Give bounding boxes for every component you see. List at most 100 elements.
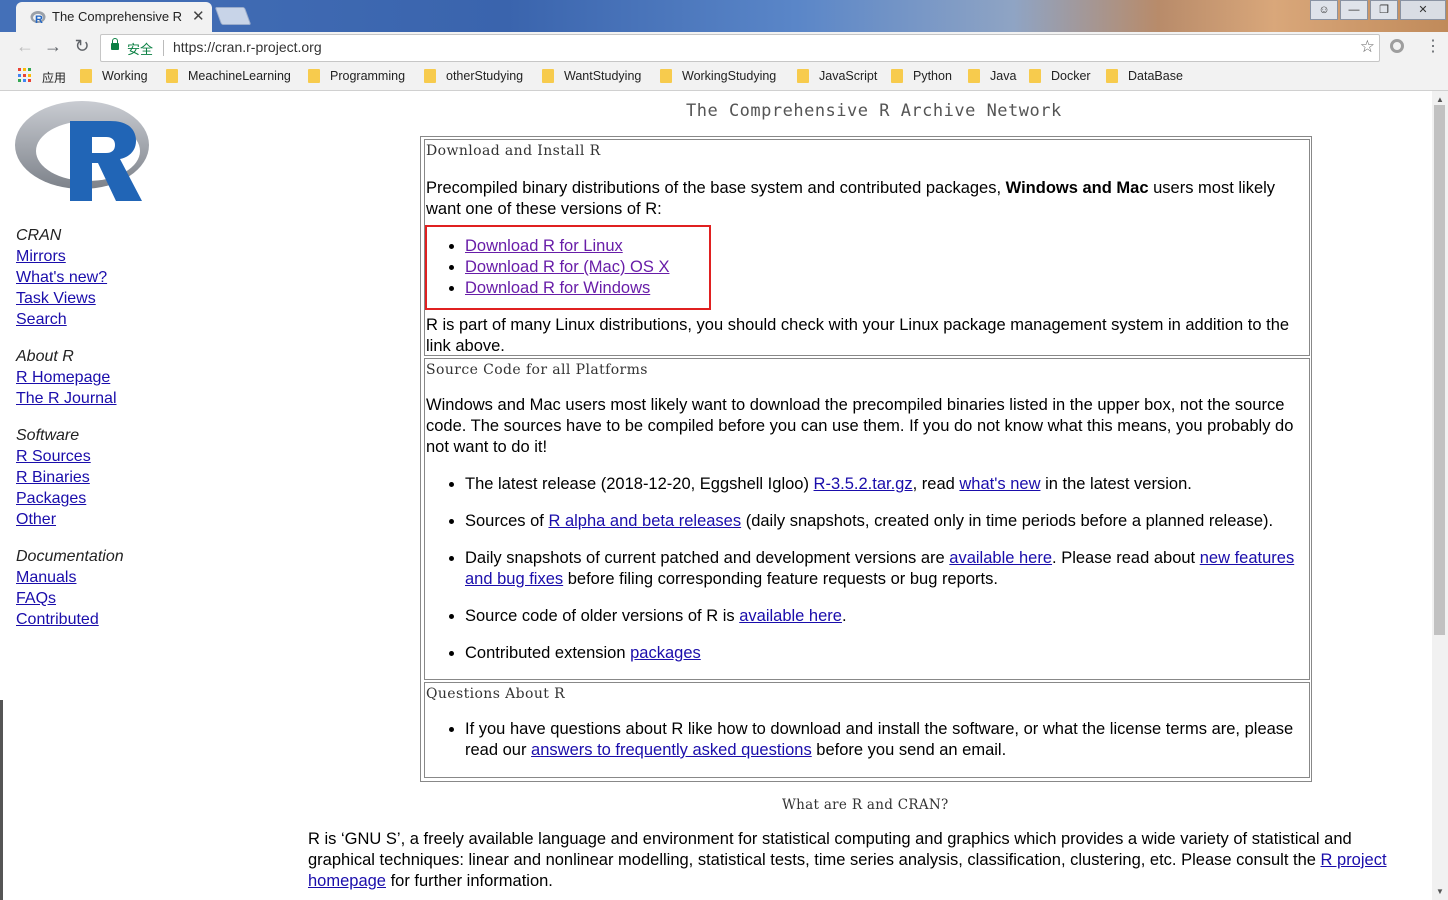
scroll-down-icon[interactable]: ▼ <box>1436 887 1444 896</box>
source-heading: Source Code for all Platforms <box>426 362 648 378</box>
bookmark-star-icon[interactable]: ☆ <box>1360 37 1375 57</box>
download-heading: Download and Install R <box>426 143 601 159</box>
sidebar-link-faqs[interactable]: FAQs <box>16 588 124 609</box>
vertical-scrollbar[interactable]: ▲ ▼ <box>1432 91 1448 900</box>
sidebar-link-whats-new[interactable]: What's new? <box>16 267 124 288</box>
web-page: CRAN Mirrors What's new? Task Views Sear… <box>0 91 1432 900</box>
r-tarball-link[interactable]: R-3.5.2.tar.gz <box>814 475 913 493</box>
browser-toolbar: ← → ↻ 安全 https://cran.r-project.org ☆ ⋮ <box>0 32 1448 62</box>
lock-icon <box>111 38 119 50</box>
list-item: Daily snapshots of current patched and d… <box>465 548 1305 590</box>
what-paragraph: R is ‘GNU S’, a freely available languag… <box>308 830 1387 890</box>
tab-close-icon[interactable]: ✕ <box>192 7 205 25</box>
folder-icon <box>308 69 320 83</box>
extension-icon[interactable] <box>1390 39 1404 53</box>
window-title-bar: R The Comprehensive R ✕ ☺ — ❐ ✕ <box>0 0 1448 32</box>
scroll-up-icon[interactable]: ▲ <box>1436 95 1444 104</box>
secure-label: 安全 <box>127 42 154 57</box>
svg-text:R: R <box>35 14 43 24</box>
address-bar[interactable]: 安全 https://cran.r-project.org ☆ <box>100 34 1380 62</box>
download-intro: Precompiled binary distributions of the … <box>426 179 1276 218</box>
folder-icon <box>424 69 436 83</box>
bookmark-javascript[interactable]: JavaScript <box>819 69 877 83</box>
sidebar-link-mirrors[interactable]: Mirrors <box>16 246 124 267</box>
folder-icon <box>797 69 809 83</box>
red-highlight-box <box>425 225 711 310</box>
bookmark-wantstudying[interactable]: WantStudying <box>564 69 641 83</box>
packages-link[interactable]: packages <box>630 644 701 662</box>
page-title: The Comprehensive R Archive Network <box>686 101 1062 121</box>
folder-icon <box>968 69 980 83</box>
bookmark-java[interactable]: Java <box>990 69 1016 83</box>
sidebar-link-manuals[interactable]: Manuals <box>16 567 124 588</box>
back-arrow-icon[interactable]: ← <box>14 36 36 57</box>
reload-icon[interactable]: ↻ <box>71 36 93 57</box>
sidebar-link-other[interactable]: Other <box>16 509 124 530</box>
list-item: Sources of R alpha and beta releases (da… <box>465 511 1305 532</box>
bookmarks-bar: 应用 Working MeachineLearning Programming … <box>0 62 1448 91</box>
sidebar-header-documentation: Documentation <box>16 548 124 565</box>
new-tab-button[interactable] <box>214 7 252 25</box>
sidebar-link-packages[interactable]: Packages <box>16 488 124 509</box>
questions-heading: Questions About R <box>426 686 566 702</box>
minimize-button[interactable]: — <box>1340 0 1368 20</box>
download-box: Download and Install R Precompiled binar… <box>424 139 1310 356</box>
sidebar-link-task-views[interactable]: Task Views <box>16 288 124 309</box>
bookmark-otherstudying[interactable]: otherStudying <box>446 69 523 83</box>
scroll-thumb[interactable] <box>1434 105 1445 635</box>
sidebar-link-r-sources[interactable]: R Sources <box>16 446 124 467</box>
sidebar-link-r-homepage[interactable]: R Homepage <box>16 367 124 388</box>
snapshots-link[interactable]: available here <box>949 549 1052 567</box>
source-intro: Windows and Mac users most likely want t… <box>426 396 1294 456</box>
alpha-beta-link[interactable]: R alpha and beta releases <box>548 512 741 530</box>
bookmark-database[interactable]: DataBase <box>1128 69 1183 83</box>
sidebar-nav: CRAN Mirrors What's new? Task Views Sear… <box>16 225 124 630</box>
menu-dots-icon[interactable]: ⋮ <box>1425 36 1441 56</box>
apps-grid-icon[interactable] <box>18 68 33 83</box>
bookmark-programming[interactable]: Programming <box>330 69 405 83</box>
sidebar-header-about: About R <box>16 348 74 365</box>
sidebar-link-r-binaries[interactable]: R Binaries <box>16 467 124 488</box>
download-note: R is part of many Linux distributions, y… <box>426 316 1290 355</box>
window-controls: ☺ — ❐ ✕ <box>1308 0 1446 20</box>
folder-icon <box>891 69 903 83</box>
folder-icon <box>1029 69 1041 83</box>
apps-label[interactable]: 应用 <box>42 69 66 86</box>
folder-icon <box>660 69 672 83</box>
folder-icon <box>166 69 178 83</box>
bookmark-docker[interactable]: Docker <box>1051 69 1091 83</box>
url-text[interactable]: https://cran.r-project.org <box>173 39 322 55</box>
bookmark-working[interactable]: Working <box>102 69 148 83</box>
r-logo[interactable] <box>14 99 150 203</box>
source-box: Source Code for all Platforms Windows an… <box>424 358 1310 680</box>
close-window-button[interactable]: ✕ <box>1400 0 1446 20</box>
folder-icon <box>542 69 554 83</box>
source-list: The latest release (2018-12-20, Eggshell… <box>425 474 1305 664</box>
maximize-button[interactable]: ❐ <box>1370 0 1398 20</box>
list-item: Source code of older versions of R is av… <box>465 606 1305 627</box>
sidebar-link-contributed[interactable]: Contributed <box>16 609 124 630</box>
sidebar-link-r-journal[interactable]: The R Journal <box>16 388 124 409</box>
questions-list: If you have questions about R like how t… <box>425 719 1305 761</box>
sidebar-link-search[interactable]: Search <box>16 309 124 330</box>
questions-box: Questions About R If you have questions … <box>424 682 1310 778</box>
list-item: If you have questions about R like how t… <box>465 719 1305 761</box>
url-separator <box>163 40 164 56</box>
whats-new-link[interactable]: what's new <box>959 475 1040 493</box>
sidebar-header-cran: CRAN <box>16 227 62 244</box>
r-logo-favicon-icon: R <box>30 11 46 24</box>
forward-arrow-icon[interactable]: → <box>42 36 64 57</box>
faq-link[interactable]: answers to frequently asked questions <box>531 741 812 759</box>
what-heading: What are R and CRAN? <box>782 797 949 813</box>
window-edge <box>0 700 3 900</box>
tab-title: The Comprehensive R <box>52 9 183 24</box>
browser-tab[interactable]: R The Comprehensive R ✕ <box>16 2 212 32</box>
folder-icon <box>80 69 92 83</box>
user-icon[interactable]: ☺ <box>1310 0 1338 20</box>
bookmark-python[interactable]: Python <box>913 69 952 83</box>
older-versions-link[interactable]: available here <box>739 607 842 625</box>
main-table: Download and Install R Precompiled binar… <box>420 136 1312 782</box>
bookmark-meachinelearning[interactable]: MeachineLearning <box>188 69 291 83</box>
folder-icon <box>1106 69 1118 83</box>
bookmark-workingstudying[interactable]: WorkingStudying <box>682 69 776 83</box>
